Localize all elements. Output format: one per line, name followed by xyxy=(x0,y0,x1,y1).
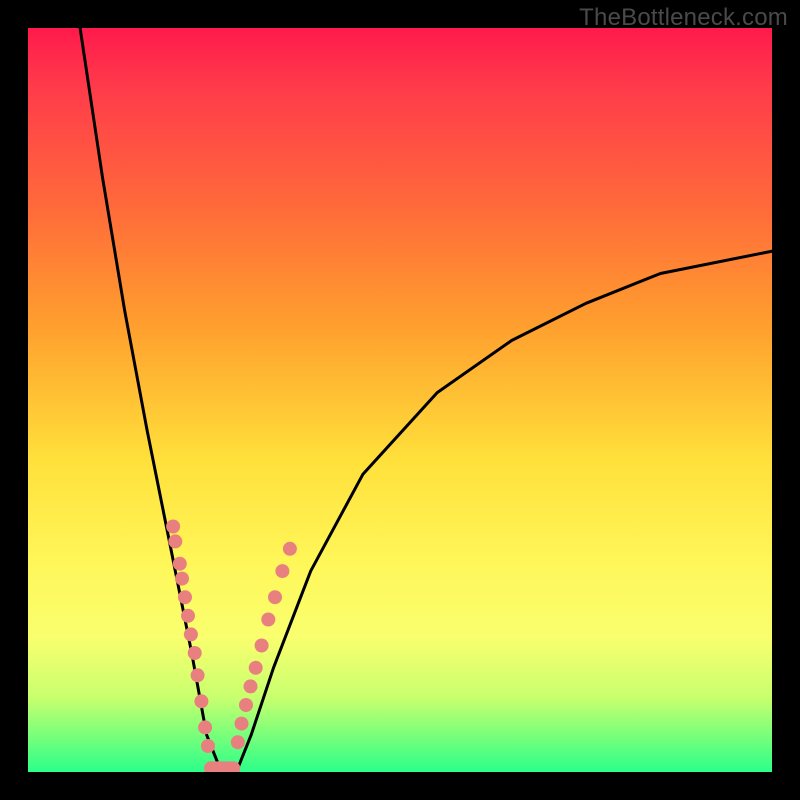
watermark-text: TheBottleneck.com xyxy=(579,4,788,32)
marker-dots-right xyxy=(231,542,297,749)
bottleneck-curve xyxy=(80,28,772,772)
marker-bottom-bar xyxy=(204,761,240,772)
chart-frame: TheBottleneck.com xyxy=(0,0,800,800)
curve-layer xyxy=(28,28,772,772)
plot-area xyxy=(28,28,772,772)
